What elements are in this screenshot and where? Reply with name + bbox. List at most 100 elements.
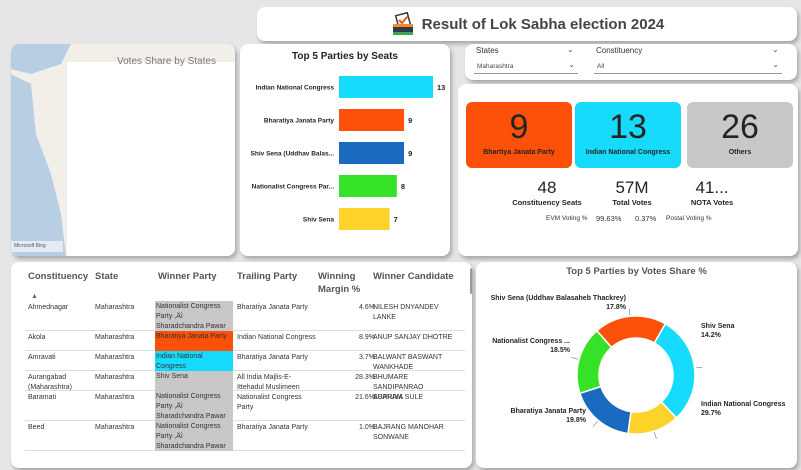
donut-slice[interactable] <box>595 315 667 349</box>
column-header-winning-margin[interactable]: Winning Margin % <box>318 270 370 296</box>
donut-category-label: Nationalist Congress ... <box>492 338 570 345</box>
bar-value-label: 8 <box>401 182 405 191</box>
donut-value-label: 14.2% <box>701 332 722 339</box>
title-bar: Result of Lok Sabha election 2024 <box>257 7 797 41</box>
cell-state: Maharashtra <box>95 354 135 361</box>
evm-voting-label: EVM Voting % <box>546 215 588 222</box>
cell-winner-party: Bharatiya Janata Party <box>155 331 233 351</box>
cell-winning-margin: 4.6% <box>359 304 375 311</box>
results-table[interactable]: Constituency State Winner Party Trailing… <box>11 262 472 468</box>
table-row[interactable]: Amravati Maharashtra Bharatiya Janata Part… <box>25 351 465 371</box>
cell-trailing-party: Bharatiya Janata Party <box>237 304 308 311</box>
map-visual[interactable]: Votes Share by States Microsoft Bing <box>11 44 235 256</box>
donut-slice[interactable] <box>578 385 632 435</box>
stat-constituency-seats: 48 Constituency Seats <box>507 178 587 207</box>
cell-winner-party: Shiv Sena <box>155 371 233 391</box>
column-header-winner-candidate[interactable]: Winner Candidate <box>373 270 454 283</box>
cell-winner-party: Nationalist Congress Party ,Äì Sharadcha… <box>155 421 233 451</box>
stat-nota-votes: 41... NOTA Votes <box>672 178 752 207</box>
bar[interactable] <box>339 76 433 98</box>
cell-winner-candidate: SUPRIYA SULE <box>373 394 424 401</box>
bar[interactable] <box>339 208 390 230</box>
donut-category-label: Bharatiya Janata Party <box>511 408 587 415</box>
cell-trailing-party: Indian National Congress <box>237 334 316 341</box>
bar-value-label: 9 <box>408 149 412 158</box>
states-dropdown[interactable]: Maharashtra ⌄ <box>474 60 578 74</box>
map-credit: Microsoft Bing <box>14 243 46 249</box>
kpi-others-label: Others <box>728 149 752 156</box>
bar-category-label: Shiv Sena <box>303 217 334 224</box>
bar-value-label: 13 <box>437 83 445 92</box>
donut-leader-line <box>592 420 598 427</box>
votes-share-donut-chart[interactable]: Top 5 Parties by Votes Share % Indian Na… <box>476 262 797 468</box>
map-title: Votes Share by States <box>117 56 216 67</box>
cell-winner-party: Indian National Congress <box>155 351 233 371</box>
donut-category-label: Shiv Sena <box>701 323 735 330</box>
kpi-bjp-label: Bhartiya Janata Party <box>483 149 555 156</box>
bar[interactable] <box>339 109 405 131</box>
table-row[interactable]: Beed Maharashtra Bharatiya Janata Party 1.0… <box>25 421 465 451</box>
table-row[interactable]: Baramati Maharashtra Nationalist Congress … <box>25 391 465 421</box>
bar[interactable] <box>339 142 405 164</box>
column-header-trailing-party[interactable]: Trailing Party <box>237 270 297 283</box>
cell-constituency: Akola <box>28 334 46 341</box>
bar-value-label: 9 <box>408 116 412 125</box>
sort-ascending-icon[interactable]: ▲ <box>31 293 38 300</box>
kpi-bjp-card[interactable]: 9 Bhartiya Janata Party <box>466 102 572 168</box>
cell-constituency: Aurangabad (Maharashtra) <box>28 374 72 391</box>
kpi-inc-label: Indian National Congress <box>585 149 671 156</box>
column-header-constituency[interactable]: Constituency <box>28 270 88 283</box>
cell-winner-candidate: ANUP SANJAY DHOTRE <box>373 334 453 341</box>
evm-voting-value: 99.63% <box>596 214 622 223</box>
donut-category-label: Indian National Congress <box>701 401 786 408</box>
stat-nota-value: 41... <box>695 178 729 197</box>
table-row[interactable]: Ahmednagar Maharashtra Bharatiya Janata Pa… <box>25 301 465 331</box>
kpi-inc-value: 13 <box>609 108 647 146</box>
column-header-winner-party[interactable]: Winner Party <box>158 270 217 283</box>
donut-leader-line <box>571 357 579 360</box>
postal-voting-value: 0.37% <box>635 214 657 223</box>
cell-winning-margin: 28.3% <box>355 374 375 381</box>
kpi-others-value: 26 <box>721 108 759 146</box>
donut-value-label: 17.8% <box>606 304 627 311</box>
cell-trailing-party: Nationalist Congress Party <box>237 394 302 411</box>
bar-category-label: Bharatiya Janata Party <box>264 118 334 125</box>
cell-state: Maharashtra <box>95 374 135 381</box>
cell-trailing-party: Bharatiya Janata Party <box>237 424 308 431</box>
seats-bar-chart[interactable]: Top 5 Parties by Seats Indian National C… <box>240 44 450 256</box>
states-filter-label: States <box>476 46 499 55</box>
kpi-others-card[interactable]: 26 Others <box>687 102 793 168</box>
kpi-panel: 9 Bhartiya Janata Party 13 Indian Nation… <box>458 84 798 256</box>
kpi-inc-card[interactable]: 13 Indian National Congress <box>575 102 681 168</box>
bar-category-label: Shiv Sena (Uddhav Balas... <box>251 151 335 158</box>
filters-panel: States ⌄ Maharashtra ⌄ Constituency ⌄ Al… <box>465 44 797 80</box>
stat-seats-label: Constituency Seats <box>512 198 582 207</box>
donut-leader-line <box>653 432 657 439</box>
cell-winner-candidate: BAJRANG MANOHAR SONWANE <box>373 424 444 441</box>
constituency-dropdown[interactable]: All ⌄ <box>594 60 782 74</box>
map-background <box>11 44 235 256</box>
cell-winner-party: Nationalist Congress Party ,Äì Sharadcha… <box>155 301 233 331</box>
bar[interactable] <box>339 175 397 197</box>
bar-chart-svg: Indian National Congress 13 Bharatiya Jana… <box>251 76 445 230</box>
states-dropdown-value: Maharashtra <box>477 63 514 70</box>
column-header-state[interactable]: State <box>95 270 118 283</box>
stat-votes-label: Total Votes <box>612 198 652 207</box>
table-scrollbar[interactable] <box>470 268 472 294</box>
chevron-down-icon[interactable]: ⌄ <box>567 45 574 54</box>
cell-constituency: Ahmednagar <box>28 304 69 311</box>
cell-winner-party: Nationalist Congress Party ,Äì Sharadcha… <box>155 391 233 421</box>
page-title: Result of Lok Sabha election 2024 <box>421 15 665 33</box>
donut-value-label: 29.7% <box>701 410 722 417</box>
table-row[interactable]: Akola Maharashtra Indian National Congress… <box>25 331 465 351</box>
cell-winning-margin: 1.0% <box>359 424 375 431</box>
chevron-down-icon[interactable]: ⌄ <box>772 45 779 54</box>
bar-category-label: Indian National Congress <box>256 85 335 92</box>
bar-category-label: Nationalist Congress Par... <box>252 184 335 191</box>
donut-leader-line <box>628 308 631 316</box>
table-row[interactable]: Aurangabad (Maharashtra) Maharashtra All I… <box>25 371 465 401</box>
constituency-filter-label: Constituency <box>596 46 643 55</box>
cell-trailing-party: Bharatiya Janata Party <box>237 354 308 361</box>
cell-constituency: Baramati <box>28 394 57 401</box>
cell-constituency: Beed <box>28 424 45 431</box>
